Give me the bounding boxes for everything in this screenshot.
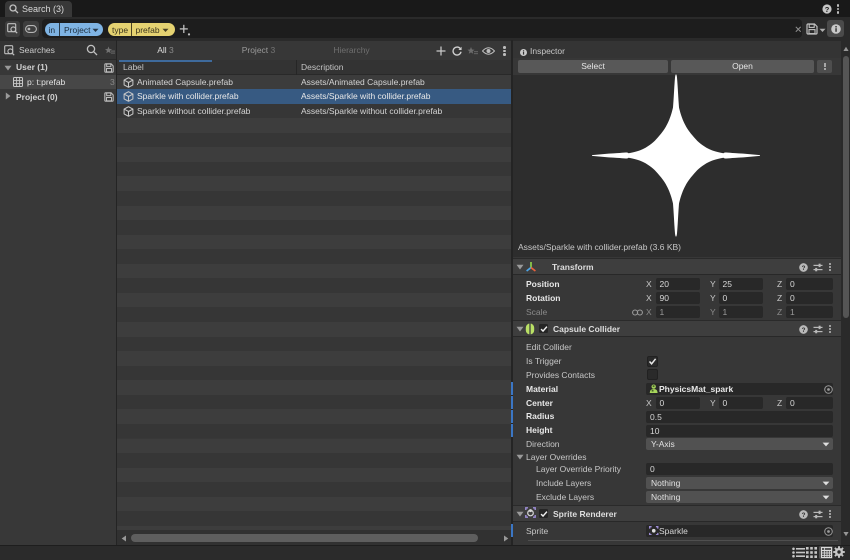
svg-text:?: ? (802, 264, 806, 271)
svg-text:?: ? (802, 326, 806, 333)
svg-text:?: ? (802, 511, 806, 518)
svg-text:?: ? (825, 5, 830, 14)
